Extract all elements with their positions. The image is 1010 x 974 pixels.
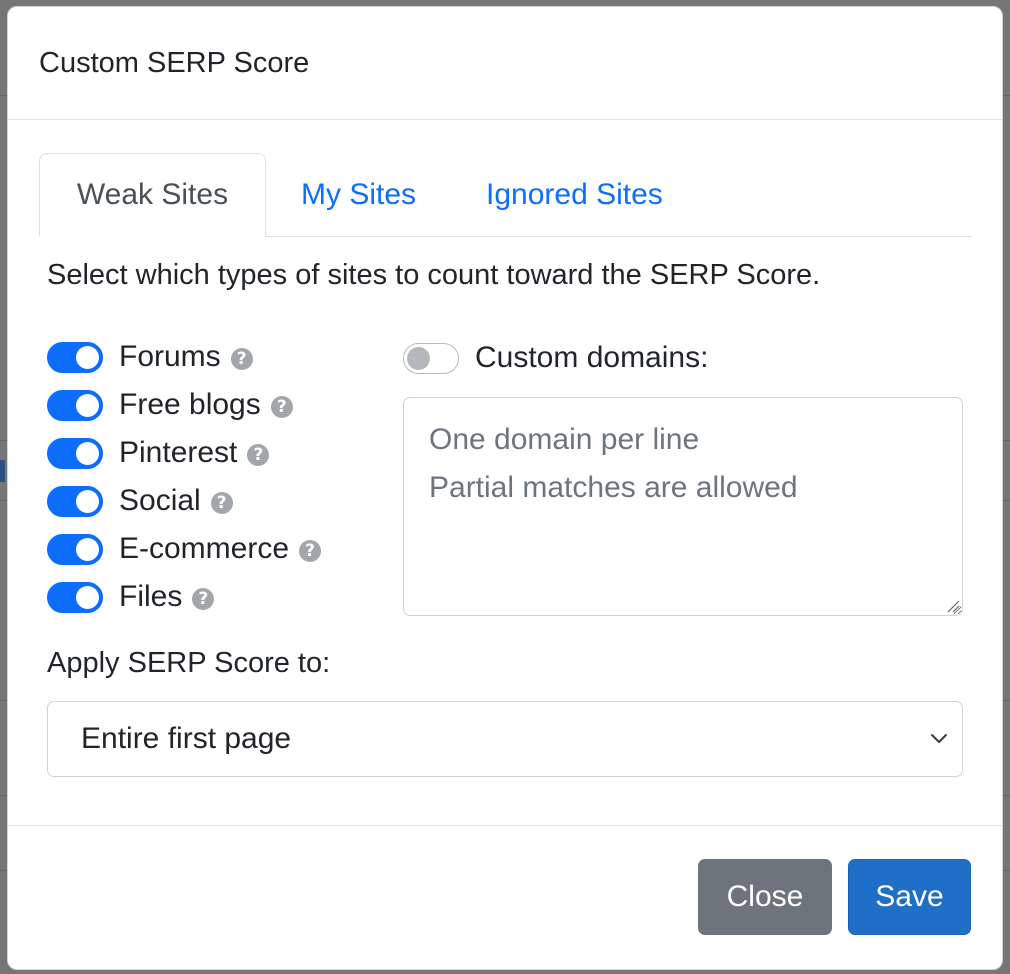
pinterest-toggle[interactable] (47, 437, 103, 469)
e-commerce-toggle[interactable] (47, 533, 103, 565)
pinterest-label: Pinterest (119, 436, 238, 469)
toggle-knob (76, 441, 99, 465)
backdrop-accent (0, 460, 5, 482)
tab-list: Weak Sites My Sites Ignored Sites (39, 153, 972, 237)
modal-footer: Close Save (8, 825, 1002, 969)
free-blogs-toggle[interactable] (47, 389, 103, 421)
switch-row-e-commerce: E-commerce ? (47, 525, 322, 573)
apply-serp-score-label: Apply SERP Score to: (47, 647, 331, 679)
toggle-knob (76, 537, 99, 561)
toggle-knob (76, 489, 99, 513)
switch-row-pinterest: Pinterest ? (47, 429, 321, 477)
question-circle-icon[interactable]: ? (230, 348, 253, 370)
switch-row-files: Files ? (47, 573, 321, 621)
chevron-down-icon (931, 734, 947, 743)
switch-row-free-blogs: Free blogs ? (47, 381, 321, 429)
close-button[interactable]: Close (698, 859, 832, 935)
switch-row-social: Social ? (47, 477, 321, 525)
save-button[interactable]: Save (848, 859, 971, 935)
question-circle-icon[interactable]: ? (210, 492, 233, 514)
site-type-switches: Forums ? Free blogs ? Pinterest ? Social… (47, 333, 322, 621)
custom-serp-score-modal: Custom SERP Score Weak Sites My Sites Ig… (7, 6, 1003, 970)
question-circle-icon[interactable]: ? (299, 540, 322, 562)
forums-label: Forums (119, 340, 221, 373)
custom-domains-toggle[interactable] (403, 342, 459, 374)
modal-header: Custom SERP Score (8, 7, 1002, 120)
question-circle-icon[interactable]: ? (270, 396, 293, 418)
modal-title: Custom SERP Score (39, 46, 310, 79)
question-circle-icon[interactable]: ? (192, 588, 215, 610)
tab-ignored-sites[interactable]: Ignored Sites (451, 153, 698, 237)
social-label: Social (119, 484, 201, 517)
free-blogs-label: Free blogs (119, 388, 261, 421)
toggle-knob (76, 585, 99, 609)
question-circle-icon[interactable]: ? (247, 444, 270, 466)
e-commerce-label: E-commerce (119, 532, 290, 565)
tab-my-sites[interactable]: My Sites (266, 153, 451, 237)
select-value: Entire first page (81, 722, 292, 755)
apply-serp-score-select[interactable]: Entire first page (47, 701, 963, 777)
toggle-knob (76, 393, 99, 417)
social-toggle[interactable] (47, 485, 103, 517)
instructions-text: Select which types of sites to count tow… (47, 259, 821, 291)
files-label: Files (119, 580, 183, 613)
toggle-knob (407, 346, 430, 370)
switch-row-forums: Forums ? (47, 333, 321, 381)
toggle-knob (76, 345, 99, 369)
files-toggle[interactable] (47, 581, 103, 613)
tab-weak-sites[interactable]: Weak Sites (39, 153, 266, 237)
custom-domains-row: Custom domains: (403, 341, 708, 375)
forums-toggle[interactable] (47, 341, 103, 373)
custom-domains-textarea[interactable] (403, 397, 963, 616)
custom-domains-label: Custom domains: (475, 341, 709, 374)
